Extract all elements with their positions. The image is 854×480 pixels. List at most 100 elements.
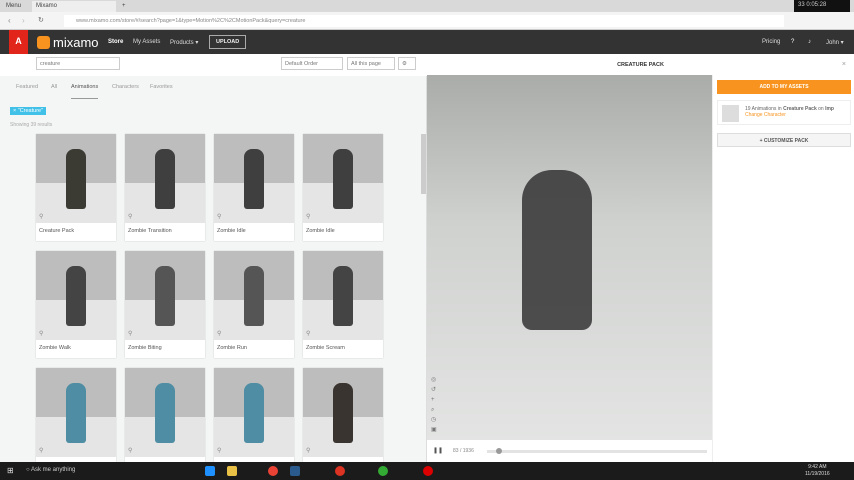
run-icon: ⚲ bbox=[306, 214, 311, 220]
store-panel: creature Default Order All this page ⚙ F… bbox=[0, 54, 427, 475]
windows-start-icon[interactable]: ⊞ bbox=[7, 466, 14, 475]
animation-thumbnail: ⚲ bbox=[214, 251, 294, 340]
forward-icon[interactable]: › bbox=[22, 16, 25, 25]
animation-card[interactable]: ⚲ Zombie Idle bbox=[214, 134, 294, 241]
animation-label: Zombie Scream bbox=[306, 345, 345, 351]
character-figure bbox=[333, 383, 353, 443]
timeline: ❚❚ 83 / 1936 bbox=[427, 440, 712, 462]
animation-card[interactable]: ⚲ Zombie Walk bbox=[36, 251, 116, 358]
nav-my-assets[interactable]: My Assets bbox=[133, 39, 160, 45]
chrome-icon[interactable] bbox=[268, 466, 278, 476]
animation-thumbnail: ⚲ bbox=[125, 134, 205, 223]
close-icon[interactable]: × bbox=[842, 61, 846, 68]
tab-animations[interactable]: Animations bbox=[71, 84, 99, 99]
pause-icon[interactable]: ❚❚ bbox=[433, 447, 443, 454]
help-icon[interactable]: ? bbox=[791, 39, 794, 45]
new-tab-button[interactable]: + bbox=[118, 1, 130, 12]
tab-characters[interactable]: Characters bbox=[112, 84, 139, 90]
upload-button[interactable]: UPLOAD bbox=[209, 35, 247, 49]
character-figure bbox=[155, 383, 175, 443]
animation-card[interactable]: ⚲ Zombie Transition bbox=[125, 134, 205, 241]
mixamo-logo[interactable]: mixamo bbox=[37, 35, 99, 50]
opera-icon[interactable] bbox=[423, 466, 433, 476]
run-icon: ⚲ bbox=[128, 448, 133, 454]
pack-info: 19 Animations in Creature Pack on Imp Ch… bbox=[717, 100, 851, 125]
character-figure bbox=[244, 383, 264, 443]
tab-all[interactable]: All bbox=[51, 84, 57, 90]
user-menu[interactable]: John ▾ bbox=[826, 39, 844, 46]
nav-pricing[interactable]: Pricing bbox=[762, 39, 780, 45]
url-input[interactable]: www.mixamo.com/store/#/search?page=1&typ… bbox=[64, 15, 784, 27]
creature-model bbox=[522, 170, 592, 330]
run-icon: ⚲ bbox=[306, 331, 311, 337]
record-icon[interactable] bbox=[335, 466, 345, 476]
edge-icon[interactable] bbox=[205, 466, 215, 476]
animation-card[interactable]: ⚲ Zombie Idle bbox=[303, 134, 383, 241]
animation-card[interactable]: ⚲ bbox=[303, 368, 383, 475]
animation-card[interactable]: ⚲ Creature Pack bbox=[36, 134, 116, 241]
scrollbar[interactable] bbox=[421, 134, 426, 194]
character-figure bbox=[244, 149, 264, 209]
reload-icon[interactable]: ↻ bbox=[38, 16, 44, 24]
settings-gear-icon[interactable]: ⚙ bbox=[398, 57, 416, 70]
animation-thumbnail: ⚲ bbox=[36, 134, 116, 223]
order-select[interactable]: Default Order bbox=[281, 57, 343, 70]
animation-label: Zombie Idle bbox=[217, 228, 246, 234]
timeline-slider[interactable] bbox=[487, 448, 707, 454]
back-icon[interactable]: ‹ bbox=[8, 16, 11, 25]
run-icon: ⚲ bbox=[39, 448, 44, 454]
per-page-select[interactable]: All this page bbox=[347, 57, 395, 70]
explorer-icon[interactable] bbox=[227, 466, 237, 476]
search-input[interactable]: creature bbox=[36, 57, 120, 70]
add-to-my-assets-button[interactable]: ADD TO MY ASSETS bbox=[717, 80, 851, 94]
browser-tab-mixamo[interactable]: Mixamo bbox=[32, 1, 116, 12]
animation-thumbnail: ⚲ bbox=[303, 251, 383, 340]
address-bar-row: ‹ › ↻ www.mixamo.com/store/#/search?page… bbox=[0, 12, 854, 30]
cortana-search[interactable]: ○ Ask me anything bbox=[26, 467, 75, 473]
clock-time: 9:42 AM bbox=[808, 464, 827, 470]
steam-icon[interactable] bbox=[290, 466, 300, 476]
character-figure bbox=[244, 266, 264, 326]
tab-featured[interactable]: Featured bbox=[16, 84, 38, 90]
viewer-controls[interactable]: ◎ ↺ + ⌕ ◷ ▣ bbox=[431, 375, 437, 435]
browser-tab-menu[interactable]: Menu bbox=[2, 1, 25, 12]
run-icon: ⚲ bbox=[217, 331, 222, 337]
taskbar: ⊞ ○ Ask me anything 9:42 AM 11/19/2016 bbox=[0, 462, 854, 480]
run-icon: ⚲ bbox=[39, 331, 44, 337]
browser-tab-bar: Menu Mixamo + 33 0:05:28 bbox=[0, 0, 854, 18]
app-green-icon[interactable] bbox=[378, 466, 388, 476]
animation-thumbnail: ⚲ bbox=[303, 134, 383, 223]
info-on: on bbox=[818, 106, 824, 112]
animation-card[interactable]: ⚲ bbox=[125, 368, 205, 475]
animation-thumbnail: ⚲ bbox=[125, 368, 205, 457]
3d-viewer[interactable]: ◎ ↺ + ⌕ ◷ ▣ bbox=[427, 75, 712, 440]
info-character: Imp bbox=[825, 106, 834, 112]
cortana-search-text: Ask me anything bbox=[30, 467, 76, 473]
character-thumbnail bbox=[722, 105, 739, 122]
frame-counter: 83 / 1936 bbox=[453, 448, 474, 454]
customize-pack-button[interactable]: + CUSTOMIZE PACK bbox=[717, 133, 851, 147]
info-pack: Creature Pack bbox=[783, 106, 817, 112]
run-icon: ⚲ bbox=[306, 448, 311, 454]
panel-title: CREATURE PACK bbox=[427, 54, 854, 75]
nav-products[interactable]: Products ▾ bbox=[170, 39, 198, 46]
bell-icon[interactable]: ♪ bbox=[808, 39, 811, 45]
character-figure bbox=[333, 266, 353, 326]
animation-card[interactable]: ⚲ Zombie Biting bbox=[125, 251, 205, 358]
character-figure bbox=[333, 149, 353, 209]
animation-card[interactable]: ⚲ Zombie Run bbox=[214, 251, 294, 358]
run-icon: ⚲ bbox=[217, 448, 222, 454]
filter-chip-creature[interactable]: × "Creature" bbox=[10, 107, 47, 115]
pack-sidebar: ADD TO MY ASSETS 19 Animations in Creatu… bbox=[712, 75, 854, 462]
results-count: Showing 39 results bbox=[10, 122, 53, 128]
character-figure bbox=[66, 383, 86, 443]
tab-favorites[interactable]: Favorites bbox=[150, 84, 173, 90]
timeline-knob[interactable] bbox=[495, 448, 502, 454]
character-figure bbox=[155, 149, 175, 209]
nav-store[interactable]: Store bbox=[108, 39, 123, 45]
change-character-link[interactable]: Change Character bbox=[745, 112, 786, 118]
animation-card[interactable]: ⚲ Zombie Scream bbox=[303, 251, 383, 358]
animation-card[interactable]: ⚲ bbox=[36, 368, 116, 475]
clock[interactable]: 9:42 AM 11/19/2016 bbox=[805, 464, 830, 478]
animation-card[interactable]: ⚲ bbox=[214, 368, 294, 475]
